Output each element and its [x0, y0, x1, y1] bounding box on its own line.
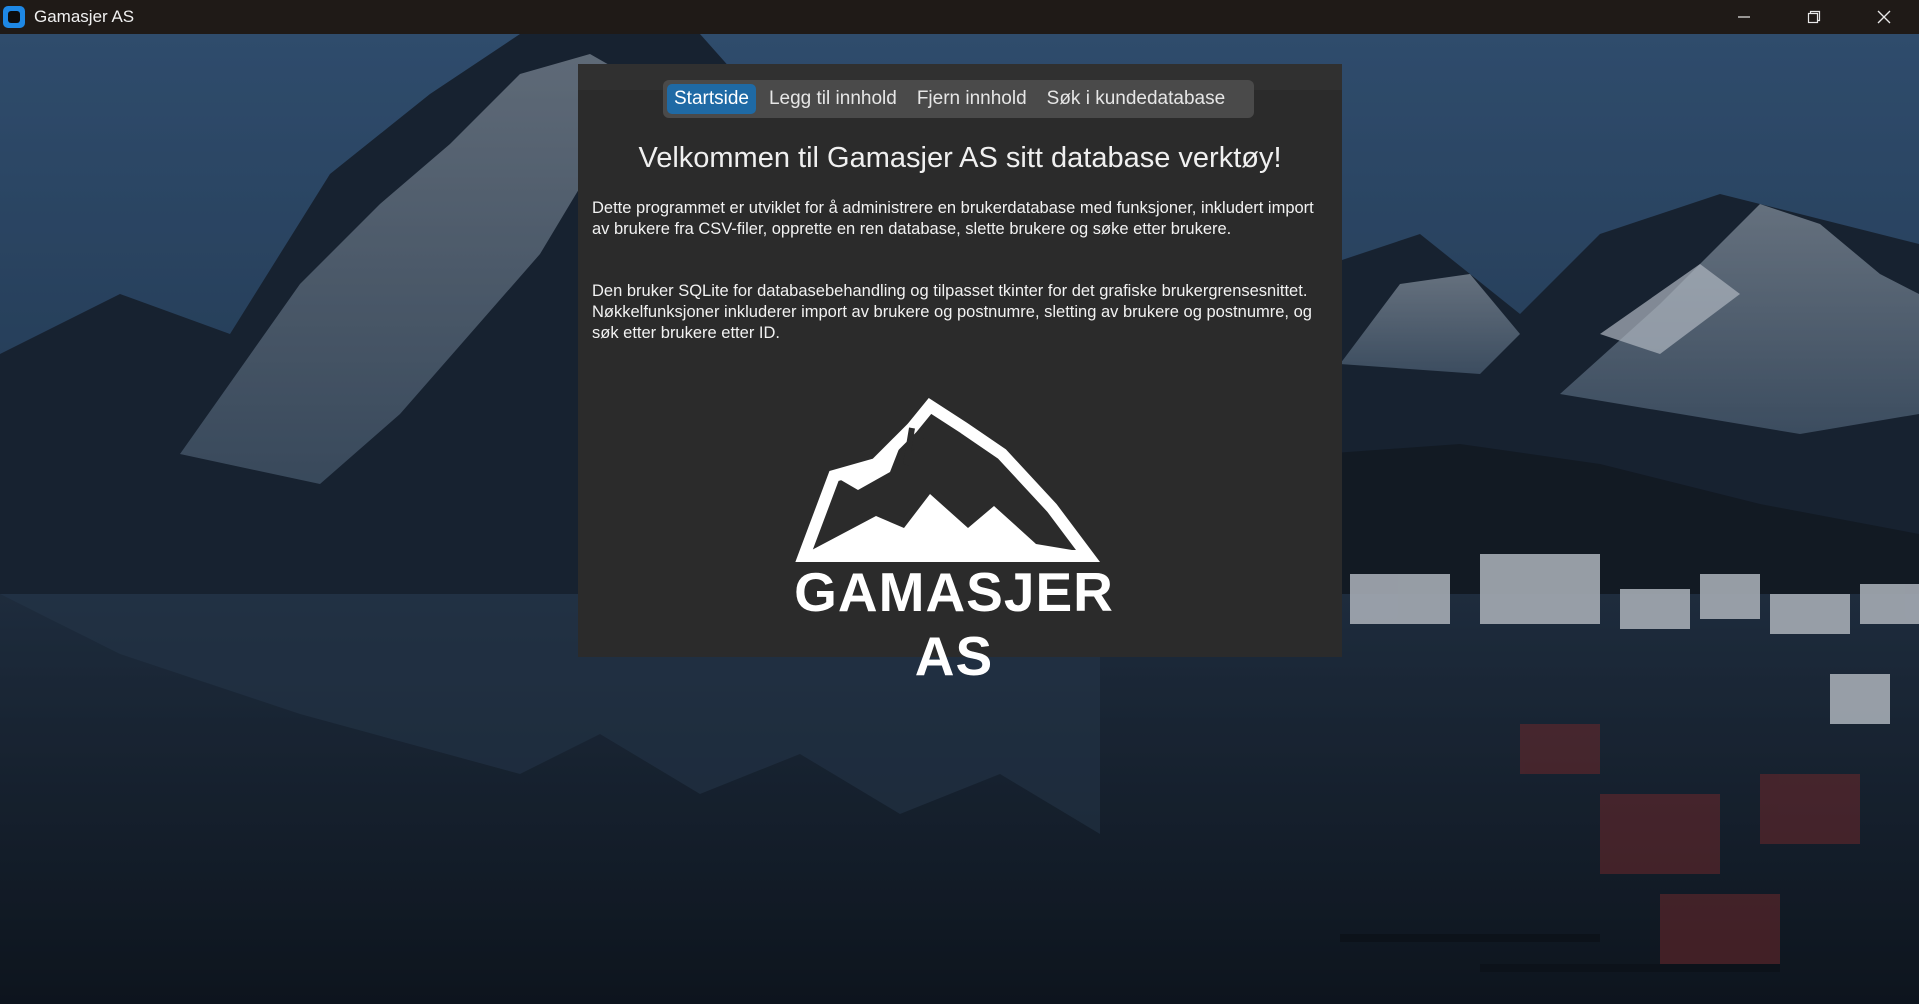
tab-startside[interactable]: Startside: [667, 84, 756, 114]
window-title: Gamasjer AS: [34, 7, 135, 26]
tab-bar: Startside Legg til innhold Fjern innhold…: [663, 80, 1254, 118]
company-logo: GAMASJER AS: [754, 376, 1154, 687]
restore-icon: [1807, 10, 1821, 24]
minimize-button[interactable]: [1709, 0, 1779, 34]
close-icon: [1877, 10, 1891, 24]
main-panel: Startside Legg til innhold Fjern innhold…: [578, 64, 1342, 687]
description-paragraph-2: Den bruker SQLite for databasebehandling…: [592, 282, 1312, 342]
minimize-icon: [1738, 16, 1750, 18]
title-bar: Gamasjer AS: [0, 0, 1919, 34]
app-icon: [3, 6, 25, 28]
close-button[interactable]: [1849, 0, 1919, 34]
mountain-logo-icon: [795, 398, 1100, 562]
description-paragraph-1: Dette programmet er utviklet for å admin…: [592, 199, 1314, 238]
restore-button[interactable]: [1779, 0, 1849, 34]
logo-text: GAMASJER AS: [794, 561, 1114, 687]
tab-fjern-innhold[interactable]: Fjern innhold: [910, 84, 1034, 114]
tab-sok-i-kundedatabase[interactable]: Søk i kundedatabase: [1040, 84, 1233, 114]
window-controls: [1709, 0, 1919, 34]
tab-legg-til-innhold[interactable]: Legg til innhold: [762, 84, 904, 114]
page-title: Velkommen til Gamasjer AS sitt database …: [638, 142, 1282, 174]
